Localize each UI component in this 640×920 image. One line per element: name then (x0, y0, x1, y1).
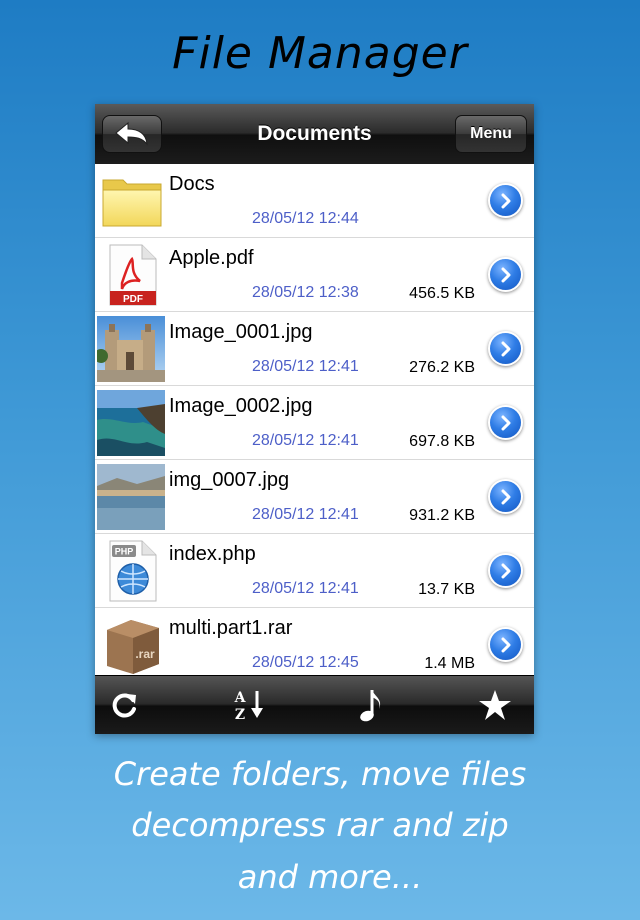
file-size: 931.2 KB (409, 507, 475, 524)
promo-caption-line-2: decompress rar and zip (131, 806, 509, 844)
file-name: Image_0002.jpg (169, 395, 313, 417)
file-row-img-0007[interactable]: img_0007.jpg 28/05/12 12:41 931.2 KB (95, 460, 534, 534)
disclosure-button[interactable] (490, 555, 521, 586)
chevron-right-icon (501, 563, 510, 578)
file-date: 28/05/12 12:41 (252, 358, 359, 375)
file-size: 276.2 KB (409, 359, 475, 376)
file-name: Image_0001.jpg (169, 321, 313, 343)
refresh-button[interactable] (95, 676, 155, 734)
file-name: img_0007.jpg (169, 469, 290, 491)
music-note-icon (360, 690, 381, 722)
chevron-right-icon (501, 267, 510, 282)
image-thumbnail (97, 390, 165, 456)
image-thumbnail (97, 464, 165, 530)
file-row-image-0002[interactable]: Image_0002.jpg 28/05/12 12:41 697.8 KB (95, 386, 534, 460)
file-name: Apple.pdf (169, 247, 254, 269)
chevron-right-icon (501, 193, 510, 208)
music-button[interactable] (341, 676, 401, 734)
file-row-docs[interactable]: Docs 28/05/12 12:44 (95, 164, 534, 238)
disclosure-button[interactable] (490, 259, 521, 290)
file-date: 28/05/12 12:41 (252, 432, 359, 449)
sort-az-icon: A Z (234, 690, 263, 722)
favorites-button[interactable] (465, 676, 525, 734)
file-size: 697.8 KB (409, 433, 475, 450)
chevron-right-icon (501, 637, 510, 652)
rar-icon-label: .rar (135, 647, 155, 661)
file-name: index.php (169, 543, 256, 565)
file-date: 28/05/12 12:44 (252, 210, 359, 227)
disclosure-button[interactable] (490, 407, 521, 438)
phone-screen: Documents Menu Docs 28/05/12 12:44 PDF A… (95, 104, 534, 734)
pdf-icon: PDF (99, 242, 165, 308)
navigation-bar: Documents Menu (95, 104, 534, 165)
chevron-right-icon (501, 415, 510, 430)
promo-title: File Manager (172, 28, 468, 79)
file-row-multi-part1-rar[interactable]: .rar multi.part1.rar 28/05/12 12:45 1.4 … (95, 608, 534, 676)
star-icon (479, 690, 511, 720)
promo-caption-line-1: Create folders, move files (113, 755, 527, 793)
disclosure-button[interactable] (490, 185, 521, 216)
folder-icon (99, 168, 165, 234)
rar-icon: .rar (99, 612, 165, 676)
file-size: 456.5 KB (409, 285, 475, 302)
file-row-index-php[interactable]: PHP index.php 28/05/12 12:41 13.7 KB (95, 534, 534, 608)
disclosure-button[interactable] (490, 481, 521, 512)
chevron-right-icon (501, 489, 510, 504)
bottom-toolbar: A Z (95, 675, 534, 734)
sort-button[interactable]: A Z (219, 676, 279, 734)
promo-caption-line-3: and more... (237, 858, 423, 896)
file-size: 13.7 KB (418, 581, 475, 598)
disclosure-button[interactable] (490, 333, 521, 364)
sort-glyph-top: A (234, 690, 247, 706)
php-icon-label: PHP (115, 547, 134, 557)
refresh-icon (112, 693, 136, 718)
file-date: 28/05/12 12:41 (252, 506, 359, 523)
file-row-image-0001[interactable]: Image_0001.jpg 28/05/12 12:41 276.2 KB (95, 312, 534, 386)
file-size: 1.4 MB (424, 655, 475, 672)
disclosure-button[interactable] (490, 629, 521, 660)
sort-glyph-bottom: Z (235, 707, 245, 722)
chevron-right-icon (501, 341, 510, 356)
file-row-apple-pdf[interactable]: PDF Apple.pdf 28/05/12 12:38 456.5 KB (95, 238, 534, 312)
file-name: multi.part1.rar (169, 617, 293, 639)
file-name: Docs (169, 173, 215, 195)
image-thumbnail (97, 316, 165, 382)
php-icon: PHP (99, 538, 165, 604)
file-date: 28/05/12 12:41 (252, 580, 359, 597)
file-date: 28/05/12 12:45 (252, 654, 359, 671)
file-date: 28/05/12 12:38 (252, 284, 359, 301)
file-list[interactable]: Docs 28/05/12 12:44 PDF Apple.pdf 28/05/… (95, 164, 534, 676)
pdf-icon-label: PDF (123, 294, 143, 305)
menu-button[interactable]: Menu (455, 115, 527, 153)
